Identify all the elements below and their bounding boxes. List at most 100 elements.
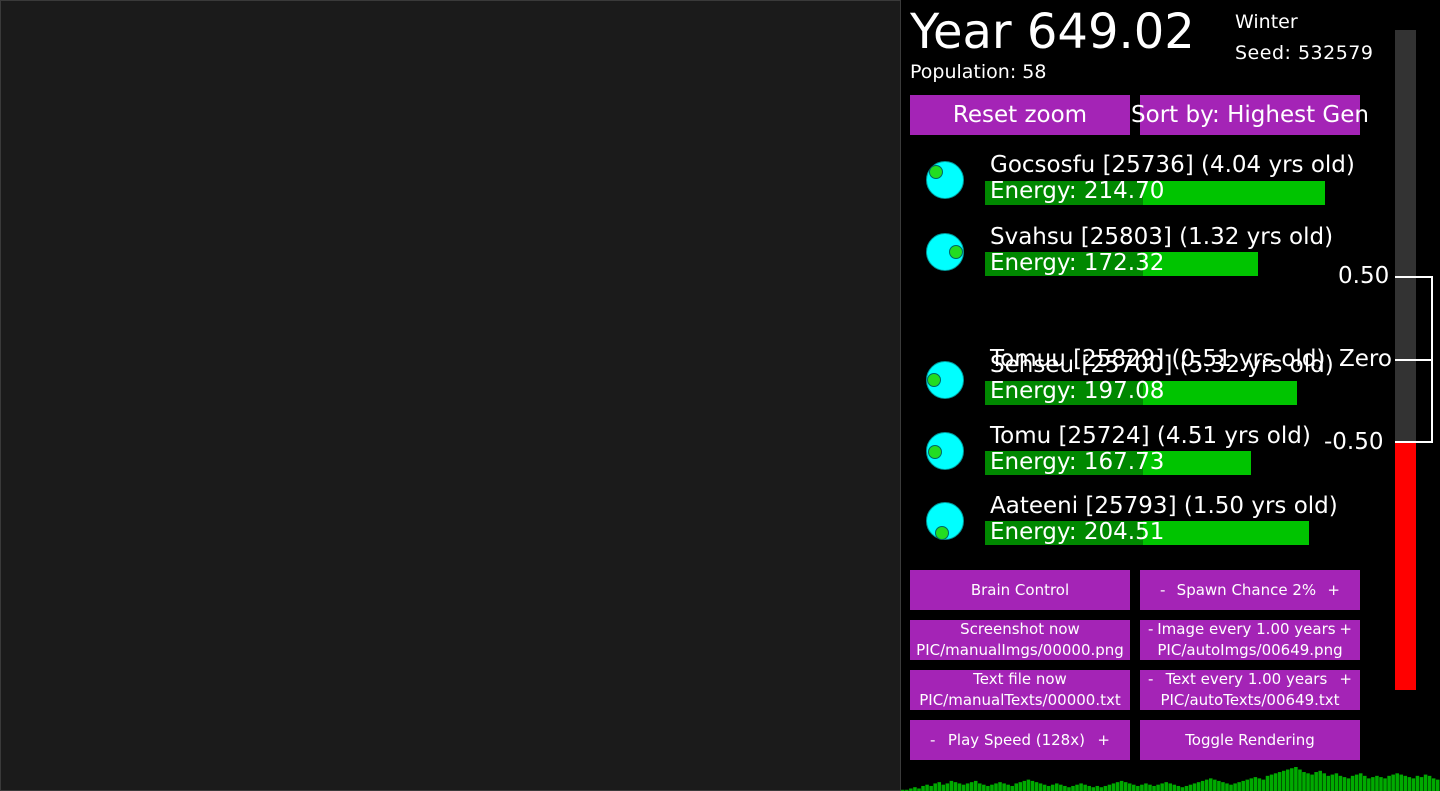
speed-increase-button[interactable]: + bbox=[1097, 730, 1110, 751]
histogram-bar bbox=[1140, 784, 1144, 791]
population-count: Population: 58 bbox=[910, 61, 1047, 83]
histogram-bar bbox=[1358, 773, 1363, 791]
histogram-bar bbox=[1046, 785, 1051, 791]
histogram-bar bbox=[1395, 773, 1399, 791]
season-label: Winter bbox=[1235, 11, 1298, 33]
histogram-bar bbox=[1026, 779, 1031, 791]
creature-icon bbox=[926, 233, 964, 271]
histogram-bar bbox=[1265, 775, 1270, 791]
histogram-bar bbox=[1148, 784, 1152, 791]
histogram-bar bbox=[1354, 774, 1359, 791]
histogram-bar bbox=[1217, 780, 1221, 791]
screenshot-now-label: Screenshot now bbox=[960, 620, 1080, 638]
histogram-bar bbox=[1034, 782, 1039, 791]
image-interval-control[interactable]: - Image every 1.00 years + PIC/autoImgs/… bbox=[1140, 620, 1360, 660]
text-interval-control[interactable]: - Text every 1.00 years + PIC/autoTexts/… bbox=[1140, 670, 1360, 710]
histogram-bar bbox=[1071, 785, 1075, 791]
histogram-bar bbox=[921, 785, 925, 791]
histogram-bar bbox=[1180, 787, 1185, 791]
scale-zero-tick bbox=[1395, 359, 1433, 361]
sort-by-label: Sort by: Highest Gen bbox=[1131, 102, 1369, 128]
simulation-viewport[interactable] bbox=[0, 0, 901, 791]
histogram-bar bbox=[1136, 785, 1140, 791]
brain-control-button[interactable]: Brain Control bbox=[910, 570, 1130, 610]
play-speed-label: Play Speed (128x) bbox=[947, 730, 1085, 749]
text-interval-increase-button[interactable]: + bbox=[1339, 669, 1352, 690]
histogram-bar bbox=[1204, 779, 1209, 791]
histogram-bar bbox=[1038, 783, 1043, 791]
histogram-bar bbox=[1030, 780, 1035, 791]
histogram-bar bbox=[1022, 780, 1027, 791]
histogram-bar bbox=[1310, 774, 1314, 791]
histogram-bar bbox=[973, 780, 978, 791]
scale-top-tick bbox=[1395, 276, 1433, 278]
histogram-bar bbox=[925, 784, 929, 791]
histogram-bar bbox=[1042, 784, 1047, 791]
histogram-bar bbox=[1075, 784, 1079, 791]
histogram-bar bbox=[998, 782, 1002, 791]
year-display: Year 649.02 bbox=[910, 4, 1195, 60]
histogram-bar bbox=[1123, 782, 1128, 791]
creature-eye-icon bbox=[949, 245, 963, 259]
scale-zero-label: Zero bbox=[1339, 346, 1392, 372]
histogram-bar bbox=[1375, 775, 1379, 791]
spawn-increase-button[interactable]: + bbox=[1327, 580, 1340, 601]
histogram-bar bbox=[1326, 775, 1331, 791]
histogram-bar bbox=[1286, 769, 1290, 791]
text-interval-decrease-button[interactable]: - bbox=[1148, 669, 1153, 690]
histogram-bar bbox=[1103, 785, 1108, 791]
histogram-bar bbox=[982, 784, 986, 791]
sort-by-button[interactable]: Sort by: Highest Gen bbox=[1131, 95, 1369, 135]
histogram-bar bbox=[1294, 767, 1298, 791]
histogram-bar bbox=[1261, 779, 1266, 791]
histogram-bar bbox=[1269, 774, 1274, 791]
scale-bracket bbox=[1431, 276, 1433, 443]
text-file-path: PIC/manualTexts/00000.txt bbox=[919, 691, 1121, 709]
text-file-now-button[interactable]: Text file now PIC/manualTexts/00000.txt bbox=[910, 670, 1130, 710]
image-interval-increase-button[interactable]: + bbox=[1339, 619, 1352, 640]
creature-eye-icon bbox=[929, 165, 943, 179]
histogram-bar bbox=[1152, 785, 1156, 791]
histogram-bar bbox=[1192, 783, 1197, 791]
histogram-bar bbox=[1115, 782, 1120, 791]
histogram-bar bbox=[969, 782, 974, 791]
histogram-bar bbox=[1399, 774, 1404, 791]
image-interval-decrease-button[interactable]: - bbox=[1148, 619, 1153, 640]
spawn-chance-control[interactable]: - Spawn Chance 2% + bbox=[1140, 570, 1360, 610]
spawn-decrease-button[interactable]: - bbox=[1160, 580, 1165, 601]
histogram-bar bbox=[1281, 770, 1286, 791]
histogram-bar bbox=[1172, 784, 1177, 791]
histogram-bar bbox=[1200, 780, 1205, 791]
histogram-bar bbox=[961, 784, 966, 791]
histogram-bar bbox=[1277, 772, 1282, 791]
creature-eye-icon bbox=[928, 445, 942, 459]
histogram-bar bbox=[1050, 784, 1055, 791]
histogram-bar bbox=[1018, 782, 1023, 791]
histogram-bar bbox=[1111, 783, 1116, 791]
histogram-bar bbox=[1245, 779, 1250, 791]
creature-energy: Energy: 167.73 bbox=[990, 449, 1165, 475]
histogram-bar bbox=[994, 783, 998, 791]
image-interval-label: Image every 1.00 years bbox=[1157, 620, 1336, 638]
toggle-rendering-button[interactable]: Toggle Rendering bbox=[1140, 720, 1360, 760]
histogram-bar bbox=[1209, 778, 1213, 791]
histogram-bar bbox=[945, 783, 950, 791]
histogram-bar bbox=[929, 785, 933, 791]
histogram-bar bbox=[1290, 768, 1294, 791]
histogram-bar bbox=[1257, 778, 1262, 791]
histogram-bar bbox=[1006, 784, 1010, 791]
histogram-bar bbox=[1435, 779, 1440, 791]
play-speed-control[interactable]: - Play Speed (128x) + bbox=[910, 720, 1130, 760]
histogram-bar bbox=[1415, 775, 1420, 791]
histogram-bar bbox=[1014, 783, 1019, 791]
speed-decrease-button[interactable]: - bbox=[930, 730, 935, 751]
histogram-bar bbox=[1099, 787, 1104, 791]
creature-icon bbox=[926, 432, 964, 470]
histogram-bar bbox=[978, 783, 982, 791]
histogram-bar bbox=[1107, 784, 1112, 791]
reset-zoom-button[interactable]: Reset zoom bbox=[910, 95, 1130, 135]
screenshot-now-button[interactable]: Screenshot now PIC/manualImgs/00000.png bbox=[910, 620, 1130, 660]
histogram-bar bbox=[913, 787, 917, 791]
histogram-bar bbox=[1127, 783, 1132, 791]
histogram-bar bbox=[1164, 782, 1168, 791]
